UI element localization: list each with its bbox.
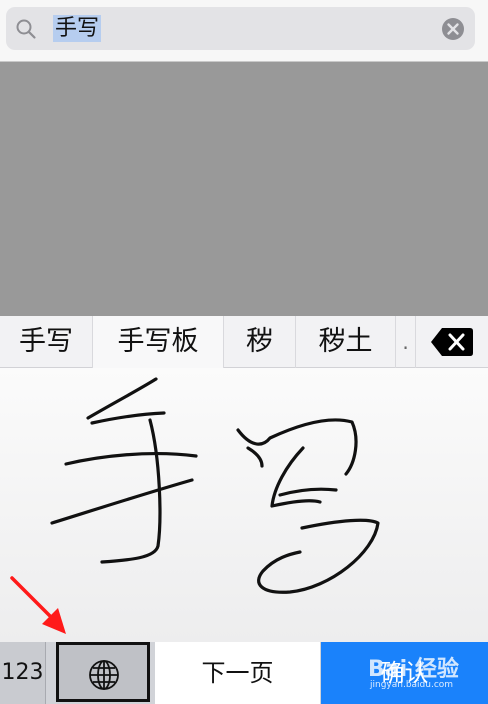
backspace-icon[interactable]: [430, 326, 474, 358]
annotation-arrow-icon: [10, 576, 66, 634]
candidate-item[interactable]: 手写板: [93, 316, 224, 368]
stroke: [86, 377, 158, 420]
candidate-item[interactable]: 秽土: [296, 316, 396, 368]
stroke: [270, 446, 322, 508]
next-page-key[interactable]: 下一页: [155, 642, 320, 704]
candidate-bar: 手写 手写板 秽 秽土 .: [0, 316, 488, 368]
switch-keyboard-button[interactable]: [56, 642, 150, 702]
bottom-key-row: 123 下一页 确认: [0, 642, 488, 704]
stroke: [246, 446, 264, 468]
candidate-more[interactable]: .: [396, 316, 416, 368]
stroke: [278, 487, 338, 497]
stroke: [236, 418, 358, 476]
stroke: [50, 478, 194, 525]
dimmed-overlay: [0, 62, 488, 316]
search-icon: [16, 19, 36, 39]
globe-icon: [89, 660, 119, 690]
search-bar: 手写: [0, 0, 488, 62]
candidate-item[interactable]: 秽: [224, 316, 296, 368]
confirm-key[interactable]: 确认: [321, 642, 488, 704]
stroke: [257, 518, 380, 594]
search-query-text: 手写: [53, 15, 102, 42]
candidate-item[interactable]: 手写: [0, 316, 93, 368]
numbers-key[interactable]: 123: [0, 642, 46, 704]
stroke: [90, 411, 166, 425]
clear-icon[interactable]: [440, 16, 466, 42]
search-input[interactable]: 手写: [6, 7, 475, 50]
stroke: [64, 451, 198, 466]
